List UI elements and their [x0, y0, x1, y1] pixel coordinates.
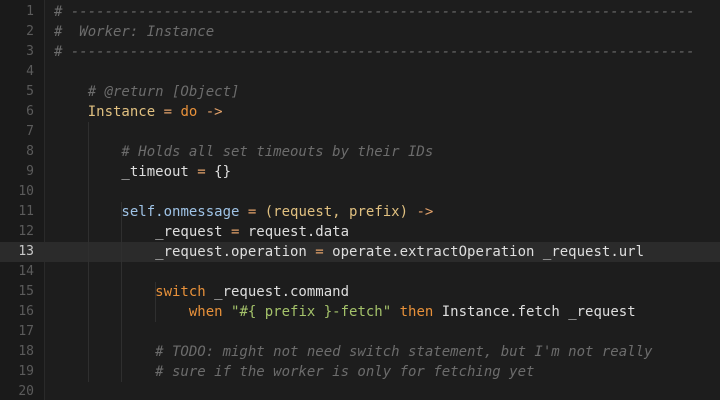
code-token: _request.operation — [54, 244, 307, 260]
line-number: 15 — [18, 284, 34, 299]
code-text: _request = request.data — [54, 222, 349, 242]
code-area[interactable]: 1 # -------------------------------------… — [0, 0, 720, 400]
code-token: # Worker: Instance — [54, 24, 215, 40]
code-token: = — [155, 104, 181, 120]
code-token: Instance.fetch _request — [433, 304, 636, 320]
line-number: 20 — [18, 384, 34, 399]
code-token: -> — [197, 104, 223, 120]
code-token: .onmessage — [155, 204, 240, 220]
line-number: 1 — [26, 4, 34, 19]
code-token: = — [239, 204, 265, 220]
line-number: 19 — [18, 364, 34, 379]
code-token: _timeout — [54, 164, 189, 180]
code-token: do — [180, 104, 198, 120]
code-text: # @return [Object] — [54, 82, 240, 102]
code-line[interactable]: 18 # TODO: might not need switch stateme… — [0, 342, 720, 362]
code-text: # Worker: Instance — [54, 22, 214, 42]
code-token: (request, prefix) — [264, 204, 409, 220]
code-token: # TODO: might not need switch statement,… — [54, 344, 653, 360]
code-token: = — [222, 224, 248, 240]
line-number: 13 — [18, 244, 34, 259]
code-text: self.onmessage = (request, prefix) -> — [54, 202, 433, 222]
code-text: when "#{ prefix }-fetch" then Instance.f… — [54, 302, 636, 322]
code-token: switch — [54, 284, 206, 300]
code-line[interactable]: 3 # -------------------------------------… — [0, 42, 720, 62]
code-token: " — [222, 304, 240, 320]
code-line[interactable]: 11 self.onmessage = (request, prefix) -> — [0, 202, 720, 222]
code-text: # sure if the worker is only for fetchin… — [54, 362, 534, 382]
line-number: 14 — [18, 264, 34, 279]
code-text: Instance = do -> — [54, 102, 223, 122]
code-token: = — [306, 244, 333, 260]
code-token: ----------------------------------------… — [70, 44, 695, 60]
indent-guide — [87, 122, 89, 382]
code-line[interactable]: 14 — [0, 262, 720, 282]
code-text: # TODO: might not need switch statement,… — [54, 342, 652, 362]
code-line[interactable]: 9 _timeout = {} — [0, 162, 720, 182]
code-line[interactable]: 10 — [0, 182, 720, 202]
line-number: 16 — [18, 304, 34, 319]
code-token: when — [54, 304, 223, 320]
code-text: switch _request.command — [54, 282, 349, 302]
line-number: 9 — [26, 164, 34, 179]
line-number: 8 — [26, 144, 34, 159]
code-token: -fetch" — [332, 304, 392, 320]
code-text: _request.operation = operate.extractOper… — [54, 242, 644, 262]
code-text: # --------------------------------------… — [54, 42, 695, 62]
code-line[interactable]: 1 # -------------------------------------… — [0, 2, 720, 22]
code-token: # — [54, 4, 71, 20]
line-number: 4 — [26, 64, 34, 79]
code-line[interactable]: 15 switch _request.command — [0, 282, 720, 302]
code-token: #{ prefix } — [239, 304, 333, 320]
indent-guide — [121, 202, 123, 382]
code-token: request.data — [247, 224, 350, 240]
line-number: 3 — [26, 44, 34, 59]
code-line[interactable]: 17 — [0, 322, 720, 342]
code-line[interactable]: 20 — [0, 382, 720, 400]
code-line[interactable]: 2 # Worker: Instance — [0, 22, 720, 42]
code-text: # --------------------------------------… — [54, 2, 695, 22]
code-line[interactable]: 16 when "#{ prefix }-fetch" then Instanc… — [0, 302, 720, 322]
code-line[interactable]: 4 — [0, 62, 720, 82]
code-token: _request.command — [205, 284, 350, 300]
code-token: operate.extractOperation _request.url — [332, 244, 645, 260]
code-line[interactable]: 13 _request.operation = operate.extractO… — [0, 242, 720, 262]
code-text: # Holds all set timeouts by their IDs — [54, 142, 433, 162]
line-number: 10 — [18, 184, 34, 199]
code-text: _timeout = {} — [54, 162, 231, 182]
code-token: = — [188, 164, 215, 180]
code-line[interactable]: 19 # sure if the worker is only for fetc… — [0, 362, 720, 382]
line-number: 18 — [18, 344, 34, 359]
line-number: 17 — [18, 324, 34, 339]
code-token: # @return [Object] — [54, 84, 240, 100]
code-line[interactable]: 12 _request = request.data — [0, 222, 720, 242]
code-token: ----------------------------------------… — [70, 4, 695, 20]
code-token: _request — [54, 224, 223, 240]
code-line[interactable]: 6 Instance = do -> — [0, 102, 720, 122]
line-number: 2 — [26, 24, 34, 39]
code-line[interactable]: 7 — [0, 122, 720, 142]
code-token: # Holds all set timeouts by their IDs — [54, 144, 434, 160]
line-number: 7 — [26, 124, 34, 139]
code-editor[interactable]: 1 # -------------------------------------… — [0, 0, 720, 400]
line-number: 11 — [18, 204, 34, 219]
code-token: self — [54, 204, 156, 220]
code-token: then — [391, 304, 434, 320]
code-token: {} — [214, 164, 232, 180]
code-line[interactable]: 5 # @return [Object] — [0, 82, 720, 102]
code-token: -> — [408, 204, 434, 220]
code-token: # sure if the worker is only for fetchin… — [54, 364, 535, 380]
line-number: 5 — [26, 84, 34, 99]
code-token: # — [54, 44, 71, 60]
indent-guide — [155, 282, 157, 322]
line-number: 12 — [18, 224, 34, 239]
code-line[interactable]: 8 # Holds all set timeouts by their IDs — [0, 142, 720, 162]
line-number: 6 — [26, 104, 34, 119]
code-token: Instance — [54, 104, 156, 120]
